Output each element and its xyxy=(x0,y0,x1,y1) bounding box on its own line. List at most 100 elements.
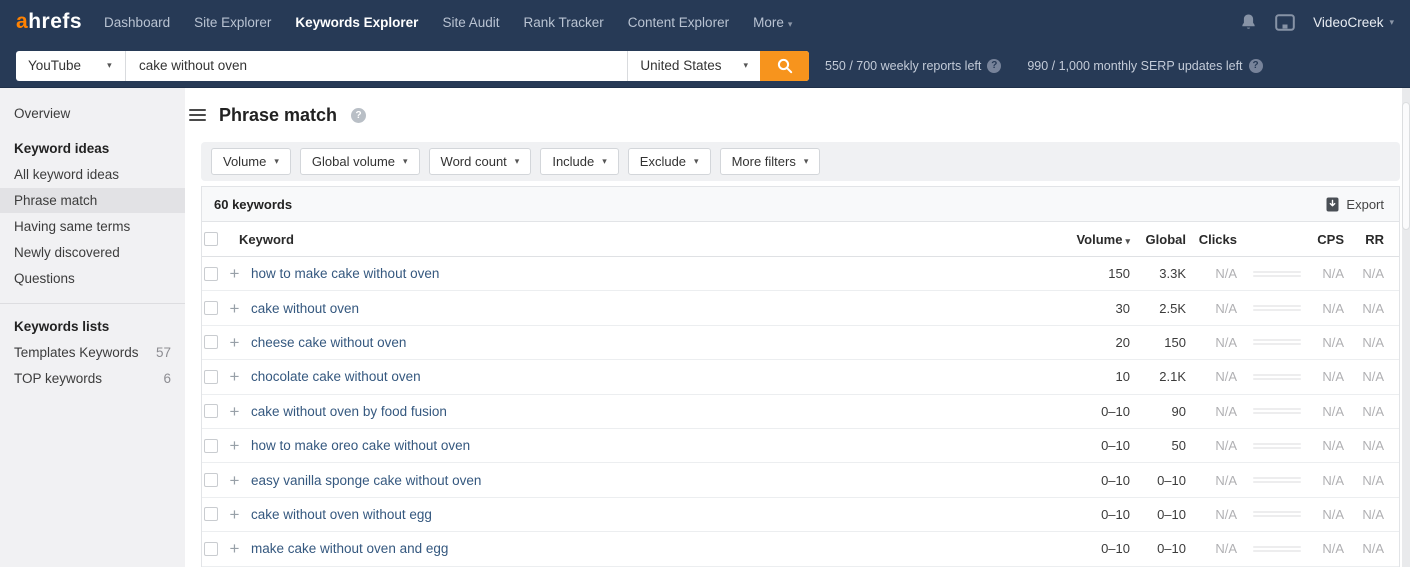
add-to-list-plus-icon[interactable]: + xyxy=(228,437,241,454)
scrollbar-thumb[interactable] xyxy=(1402,102,1410,230)
keyword-query-input[interactable] xyxy=(126,50,628,81)
help-icon[interactable]: ? xyxy=(351,107,367,123)
chevron-down-icon: ▾ xyxy=(514,156,520,166)
keyword-link[interactable]: cake without oven by food fusion xyxy=(251,404,1056,419)
app-window-icon[interactable] xyxy=(1275,13,1295,31)
rr-value: N/A xyxy=(1362,266,1384,282)
sidebar-item[interactable]: Keyword ideas xyxy=(0,136,185,161)
page-title-row: Phrase match ? xyxy=(187,88,1400,142)
keyword-link[interactable]: easy vanilla sponge cake without oven xyxy=(251,473,1056,488)
nav-menu-item[interactable]: More ▾ xyxy=(753,15,792,30)
help-icon[interactable]: ? xyxy=(1248,58,1263,73)
column-header-global[interactable]: Global xyxy=(1140,232,1186,247)
keyword-search-bar: YouTube ▾ United States ▾ xyxy=(16,50,809,81)
rr-value: N/A xyxy=(1362,403,1384,419)
sidebar-item[interactable]: All keyword ideas xyxy=(0,162,185,187)
volume-value: 150 xyxy=(1108,266,1130,282)
table-header-row: Keyword Volume ▾ Global Clicks CPS RR xyxy=(202,222,1399,257)
keyword-link[interactable]: how to make cake without oven xyxy=(251,266,1056,281)
nav-menu-item[interactable]: Site Explorer xyxy=(194,15,271,30)
row-checkbox[interactable] xyxy=(204,301,218,316)
add-to-list-plus-icon[interactable]: + xyxy=(228,334,241,351)
global-volume-value: 2.5K xyxy=(1159,300,1186,316)
sidebar-item[interactable] xyxy=(0,303,185,304)
sidebar-item[interactable]: Questions xyxy=(0,266,185,291)
account-menu[interactable]: VideoCreek ▾ xyxy=(1313,15,1394,30)
row-checkbox[interactable] xyxy=(204,473,218,488)
column-header-clicks[interactable]: Clicks xyxy=(1196,232,1237,247)
sidebar-item[interactable]: Phrase match xyxy=(0,188,185,213)
keywords-panel: 60 keywords Export Keyword Volume ▾ Globa… xyxy=(201,186,1400,567)
row-checkbox[interactable] xyxy=(204,369,218,384)
row-checkbox[interactable] xyxy=(204,507,218,522)
results-toolbar: 60 keywords Export xyxy=(202,187,1399,222)
add-to-list-plus-icon[interactable]: + xyxy=(228,472,241,489)
add-to-list-plus-icon[interactable]: + xyxy=(228,506,241,523)
rr-value: N/A xyxy=(1362,334,1384,350)
quota-info: 550 / 700 weekly reports left ? 990 / 1,… xyxy=(825,58,1263,73)
sidebar-item[interactable]: TOP keywords 6 xyxy=(0,366,185,391)
table-row: + cake without oven without egg 0–10 0–1… xyxy=(202,497,1399,533)
table-body: + how to make cake without oven 150 3.3K… xyxy=(202,257,1399,567)
column-header-cps[interactable]: CPS xyxy=(1317,232,1344,247)
keyword-link[interactable]: make cake without oven and egg xyxy=(251,541,1056,556)
filter-dropdown-button[interactable]: Include ▾ xyxy=(540,148,619,175)
ahrefs-logo[interactable]: ahrefs xyxy=(16,10,82,34)
filter-dropdown-button[interactable]: Global volume ▾ xyxy=(299,148,420,175)
row-checkbox[interactable] xyxy=(204,541,218,556)
weekly-reports-quota: 550 / 700 weekly reports left ? xyxy=(825,58,1002,73)
keyword-link[interactable]: chocolate cake without oven xyxy=(251,369,1056,384)
volume-value: 0–10 xyxy=(1101,438,1130,454)
keyword-link[interactable]: how to make oreo cake without oven xyxy=(251,438,1056,453)
table-row: + cake without oven 30 2.5K N/A N/A N/A xyxy=(202,291,1399,326)
filter-dropdown-button[interactable]: Exclude ▾ xyxy=(627,148,711,175)
keyword-link[interactable]: cake without oven xyxy=(251,301,1056,316)
export-file-icon xyxy=(1326,197,1339,211)
sidebar-item[interactable]: Newly discovered xyxy=(0,240,185,265)
column-header-keyword[interactable]: Keyword xyxy=(228,232,1056,247)
column-header-volume[interactable]: Volume ▾ xyxy=(1066,232,1130,247)
filter-dropdown-button[interactable]: More filters ▾ xyxy=(719,148,821,175)
nav-menu-item[interactable]: Dashboard xyxy=(104,15,170,30)
search-button[interactable] xyxy=(760,50,809,81)
notifications-bell-icon[interactable] xyxy=(1240,13,1257,31)
row-checkbox[interactable] xyxy=(204,335,218,350)
table-row: + cake without oven by food fusion 0–10 … xyxy=(202,394,1399,429)
search-engine-select[interactable]: YouTube ▾ xyxy=(16,50,126,81)
filter-dropdown-button[interactable]: Word count ▾ xyxy=(428,148,532,175)
export-button[interactable]: Export xyxy=(1326,197,1384,212)
add-to-list-plus-icon[interactable]: + xyxy=(228,540,241,557)
row-checkbox[interactable] xyxy=(204,404,218,419)
nav-menu-item[interactable]: Site Audit xyxy=(442,15,499,30)
sidebar-item[interactable]: Keywords lists xyxy=(0,314,185,339)
cps-value: N/A xyxy=(1322,506,1344,522)
menu-hamburger-icon[interactable] xyxy=(189,109,206,121)
help-icon[interactable]: ? xyxy=(987,58,1002,73)
sidebar-item[interactable]: Overview xyxy=(0,101,185,126)
nav-menu-item[interactable]: Content Explorer xyxy=(628,15,729,30)
table-row: + how to make cake without oven 150 3.3K… xyxy=(202,257,1399,292)
nav-menu-item[interactable]: Rank Tracker xyxy=(523,15,603,30)
vertical-scrollbar[interactable] xyxy=(1402,88,1410,567)
row-checkbox[interactable] xyxy=(204,438,218,453)
global-volume-value: 0–10 xyxy=(1157,506,1186,522)
row-checkbox[interactable] xyxy=(204,266,218,281)
country-select[interactable]: United States ▾ xyxy=(627,50,760,81)
add-to-list-plus-icon[interactable]: + xyxy=(228,265,241,282)
keyword-link[interactable]: cake without oven without egg xyxy=(251,507,1056,522)
column-header-rr[interactable]: RR xyxy=(1354,232,1384,247)
sidebar-item[interactable]: Having same terms xyxy=(0,214,185,239)
trend-sparkline-placeholder xyxy=(1253,408,1301,415)
sidebar-item[interactable]: Templates Keywords 57 xyxy=(0,340,185,365)
select-all-checkbox[interactable] xyxy=(204,232,218,246)
add-to-list-plus-icon[interactable]: + xyxy=(228,300,241,317)
filter-dropdown-button[interactable]: Volume ▾ xyxy=(211,148,291,175)
clicks-value: N/A xyxy=(1215,472,1237,488)
nav-menu-item[interactable]: Keywords Explorer xyxy=(295,15,418,30)
add-to-list-plus-icon[interactable]: + xyxy=(228,368,241,385)
keyword-link[interactable]: cheese cake without oven xyxy=(251,335,1056,350)
trend-sparkline-placeholder xyxy=(1253,339,1301,346)
add-to-list-plus-icon[interactable]: + xyxy=(228,403,241,420)
search-bar-row: YouTube ▾ United States ▾ 550 / 700 week… xyxy=(0,44,1410,88)
global-volume-value: 90 xyxy=(1171,403,1186,419)
